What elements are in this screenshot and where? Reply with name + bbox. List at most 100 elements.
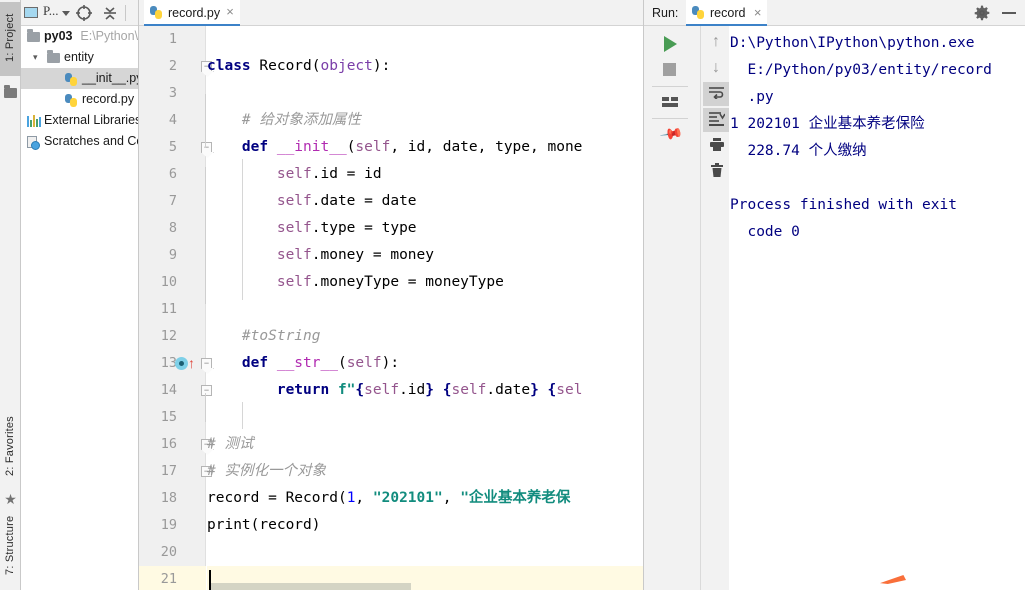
close-icon[interactable]: × [224, 5, 236, 18]
pycharm-window: 1: Project 2: Favorites ★ 7: Structure P… [0, 0, 1025, 590]
code-line: print(record) [207, 512, 321, 539]
code-token: .id [399, 382, 426, 398]
pin-tab-button[interactable]: 📌 [658, 122, 684, 147]
console-line: code 0 [730, 224, 800, 240]
fold-guide-line [205, 94, 206, 148]
code-token: sel [556, 382, 583, 398]
code-token: print(record) [207, 517, 321, 533]
chevron-down-icon[interactable] [62, 11, 70, 16]
code-token: { [355, 382, 365, 398]
layout-button[interactable] [658, 90, 682, 114]
code-token: , [355, 490, 373, 506]
code-token: self [364, 382, 400, 398]
project-view-selector[interactable] [24, 4, 42, 22]
code-token: , [442, 490, 461, 506]
down-the-stack-trace-button[interactable]: ↓ [703, 56, 729, 80]
minimize-icon[interactable] [1002, 12, 1016, 14]
code-token: .date = date [311, 193, 417, 209]
code-line: return f"{self.id} {self.date} {sel [207, 377, 583, 404]
sidebar-tab-favorites-label: 2: Favorites [4, 416, 16, 476]
chevron-down-icon[interactable]: ▾ [33, 53, 42, 62]
tree-item-scratches-and-co[interactable]: Scratches and Co [21, 131, 138, 152]
code-line: self.date = date [207, 188, 417, 215]
project-toolbar: P... [21, 0, 138, 26]
folder-icon [47, 50, 60, 63]
editor-tabbar: record.py × [139, 0, 644, 26]
arrow-down-icon: ↓ [712, 59, 720, 76]
tree-item-py03[interactable]: py03 E:\Python\p [21, 26, 138, 47]
gear-icon[interactable] [974, 5, 990, 21]
grid-icon [662, 97, 678, 108]
sidebar-tab-structure[interactable]: 7: Structure [0, 505, 21, 585]
project-tree: py03 E:\Python\p ▾ entity __init__.py record.… [21, 26, 138, 152]
python-file-icon [692, 6, 705, 19]
code-token: .date [486, 382, 531, 398]
pin-icon: 📌 [658, 122, 684, 147]
code-token: object [320, 58, 373, 74]
line-number: 2 [168, 58, 177, 74]
close-icon[interactable]: × [754, 0, 762, 26]
selection-underline [211, 583, 411, 590]
up-the-stack-trace-button[interactable]: ↑ [703, 30, 729, 54]
fold-guide-line [205, 393, 206, 422]
editor-gutter[interactable]: 1 2 3 4 5 6 7 8 9 10 11 12 13 14 15 16 17 18 19 20 21− − − − − − ↑ [139, 26, 212, 590]
console-line: 228.74 个人缴纳 [730, 143, 867, 159]
run-tab-record[interactable]: record × [686, 0, 768, 26]
tree-item-label: Scratches and Co [44, 134, 138, 148]
stop-button[interactable] [658, 58, 682, 82]
line-number: 4 [168, 112, 177, 128]
line-number: 13 [160, 355, 177, 371]
code-line: record = Record(1, "202101", "企业基本养老保 [207, 485, 570, 512]
code-token: ( [311, 58, 321, 74]
sidebar-tab-project[interactable]: 1: Project [0, 2, 21, 76]
tree-item-record-py[interactable]: record.py [21, 89, 138, 110]
scroll-to-end-button[interactable] [703, 108, 729, 132]
code-token: self [276, 247, 312, 263]
tab-record-py-label: record.py [168, 6, 221, 20]
code-token: self [276, 166, 312, 182]
tree-item-path: E:\Python\p [80, 29, 138, 43]
code-token: def [241, 139, 277, 155]
sidebar-tab-favorites[interactable]: 2: Favorites [0, 408, 21, 484]
clear-all-button[interactable] [703, 160, 729, 184]
code-token: ): [381, 355, 400, 371]
tree-item--init-py[interactable]: __init__.py [21, 68, 138, 89]
tree-item-label: External Libraries [44, 113, 138, 127]
run-button[interactable] [658, 32, 682, 56]
code-line: #toString [207, 323, 321, 350]
tree-item-external-libraries[interactable]: External Libraries [21, 110, 138, 131]
code-token: record = Record( [207, 490, 347, 506]
tree-item-entity[interactable]: ▾ entity [21, 47, 138, 68]
print-button[interactable] [703, 134, 729, 158]
console-line: .py [730, 89, 774, 105]
code-token: __init__ [276, 139, 347, 155]
crosshair-icon[interactable] [75, 4, 93, 22]
toolbar-divider [125, 5, 126, 21]
line-number: 19 [160, 517, 177, 533]
soft-wrap-icon [708, 85, 725, 103]
code-token: .money = money [311, 247, 434, 263]
soft-wrap-button[interactable] [703, 82, 729, 106]
collapse-all-icon[interactable] [101, 4, 119, 22]
console-line: Process finished with exit [730, 197, 957, 213]
code-line: self.id = id [207, 161, 382, 188]
line-number: 18 [160, 490, 177, 506]
project-folder-icon [4, 85, 17, 98]
sidebar-tab-structure-label: 7: Structure [4, 515, 16, 575]
editor-area: record.py × 1 2 3 4 5 6 7 8 9 10 11 12 13 14 15 16 17 18 1… [138, 0, 779, 590]
tree-item-label: entity [64, 50, 94, 64]
console-line: 1 202101 企业基本养老保险 [730, 116, 925, 132]
arrow-up-icon: ↑ [712, 33, 720, 50]
override-method-marker-icon[interactable]: ↑ [175, 356, 195, 370]
run-console-output[interactable]: D:\Python\IPython\python.exe E:/Python/p… [730, 26, 1025, 590]
code-line: self.moneyType = moneyType [207, 269, 504, 296]
code-token: Record [259, 58, 312, 74]
code-token: def [241, 355, 277, 371]
indent-guide [242, 402, 243, 429]
code-line: def __init__(self, id, date, type, mone [207, 134, 582, 161]
code-token: , id, date, type, mone [390, 139, 583, 155]
line-number: 20 [160, 544, 177, 560]
run-toolbar-left: 📌 [644, 26, 700, 590]
code-token: return [276, 382, 338, 398]
